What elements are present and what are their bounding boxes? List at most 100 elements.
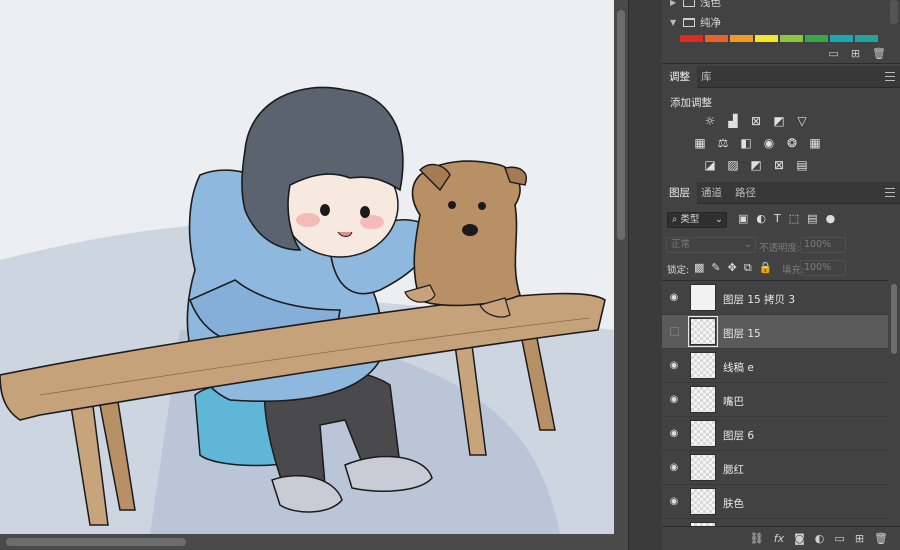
layer-row[interactable]: ◉ 嘴巴 <box>662 383 888 417</box>
layer-name[interactable]: 图层 15 <box>723 326 761 341</box>
adjustment-filter-icon[interactable]: ◐ <box>756 212 766 225</box>
new-layer-icon[interactable]: ⊞ <box>855 532 864 545</box>
lock-all-icon[interactable]: 🔒 <box>759 261 773 275</box>
layer-thumbnail[interactable] <box>690 386 716 413</box>
layer-row[interactable]: ◉ 线稿 e <box>662 349 888 383</box>
layer-name[interactable]: 嘴巴 <box>723 394 744 409</box>
blend-mode-select[interactable]: 正常 ⌄ <box>666 237 756 253</box>
type-filter-icon[interactable]: T <box>774 212 781 225</box>
layers-scrollbar[interactable] <box>888 280 900 526</box>
document-canvas[interactable] <box>0 0 614 534</box>
smart-object-filter-icon[interactable]: ▤ <box>807 212 817 225</box>
color-swatch[interactable] <box>780 35 803 42</box>
color-swatch[interactable] <box>805 35 828 42</box>
layer-name[interactable]: 图层 15 拷贝 3 <box>723 292 795 307</box>
layer-thumbnail[interactable] <box>690 420 716 447</box>
tab-channels[interactable]: 通道 <box>694 182 729 204</box>
curves-icon[interactable]: ⊠ <box>748 114 764 128</box>
gradient-map-icon[interactable]: ▤ <box>794 158 810 172</box>
scroll-thumb[interactable] <box>891 284 897 354</box>
swatch-group[interactable]: ▶ 浅色 <box>670 0 721 10</box>
chevron-down-icon: ⌄ <box>744 239 752 250</box>
eye-icon[interactable]: ◉ <box>668 462 680 474</box>
color-swatch[interactable] <box>705 35 728 42</box>
color-swatch[interactable] <box>680 35 703 42</box>
layer-row[interactable] <box>662 519 888 526</box>
layer-mask-icon[interactable]: ◙ <box>794 532 805 545</box>
color-swatch[interactable] <box>830 35 853 42</box>
layer-row[interactable]: ◉ 图层 6 <box>662 417 888 451</box>
color-lookup-icon[interactable]: ▦ <box>807 136 823 150</box>
layer-name[interactable]: 图层 6 <box>723 428 754 443</box>
swatch-group[interactable]: ▼ 纯净 <box>670 14 721 30</box>
eye-icon[interactable]: ◉ <box>668 292 680 304</box>
eye-icon[interactable]: ◉ <box>668 360 680 372</box>
layer-name[interactable]: 线稿 e <box>723 360 754 375</box>
invert-icon[interactable]: ◪ <box>702 158 718 172</box>
exposure-icon[interactable]: ◩ <box>771 114 787 128</box>
chevron-down-icon[interactable]: ▼ <box>670 18 678 27</box>
scroll-thumb[interactable] <box>617 10 625 240</box>
scroll-thumb[interactable] <box>6 538 186 546</box>
layer-row[interactable]: 图层 15 <box>662 315 888 349</box>
eye-icon[interactable]: ◉ <box>668 496 680 508</box>
shape-filter-icon[interactable]: ⬚ <box>789 212 799 225</box>
color-balance-icon[interactable]: ⚖ <box>715 136 731 150</box>
new-group-icon[interactable]: ▭ <box>834 532 844 545</box>
color-swatch[interactable] <box>855 35 878 42</box>
channel-mixer-icon[interactable]: ❂ <box>784 136 800 150</box>
lock-image-icon[interactable]: ✎ <box>711 261 720 275</box>
lock-artboard-icon[interactable]: ⧉ <box>744 261 752 275</box>
fill-input[interactable]: 100% <box>800 260 846 276</box>
vibrance-icon[interactable]: ▽ <box>794 114 810 128</box>
layer-name[interactable]: 肤色 <box>723 496 744 511</box>
filter-toggle-icon[interactable]: ● <box>826 212 836 225</box>
panel-menu-icon[interactable] <box>885 188 895 197</box>
layer-filter-select[interactable]: ⌕ 类型 ⌄ <box>667 212 727 228</box>
canvas-vertical-scrollbar[interactable] <box>614 0 628 534</box>
new-group-icon[interactable]: ▭ <box>828 47 838 60</box>
new-swatch-icon[interactable]: ⊞ <box>851 47 860 60</box>
levels-icon[interactable]: ▟ <box>725 114 741 128</box>
swatches-panel: ▶ 浅色 ▼ 纯净 ▭ ⊞ 🗑 <box>662 0 900 64</box>
adjustments-tabbar: 调整 库 <box>662 66 900 88</box>
layer-row[interactable]: ◉ 腮红 <box>662 451 888 485</box>
color-swatch[interactable] <box>730 35 753 42</box>
tab-libraries[interactable]: 库 <box>694 66 719 88</box>
opacity-input[interactable]: 100% <box>800 237 846 253</box>
link-layers-icon[interactable]: ⛓ <box>750 532 764 545</box>
delete-icon[interactable]: 🗑 <box>872 47 886 60</box>
tab-layers[interactable]: 图层 <box>662 182 697 204</box>
color-swatch[interactable] <box>755 35 778 42</box>
adjustment-layer-icon[interactable]: ◐ <box>815 532 825 545</box>
hue-saturation-icon[interactable]: ▦ <box>692 136 708 150</box>
lock-transparent-icon[interactable]: ▩ <box>694 261 704 275</box>
delete-layer-icon[interactable]: 🗑 <box>874 532 888 545</box>
pixel-filter-icon[interactable]: ▣ <box>738 212 748 225</box>
layer-row[interactable]: ◉ 肤色 <box>662 485 888 519</box>
lock-position-icon[interactable]: ✥ <box>728 261 737 275</box>
eye-icon[interactable]: ◉ <box>668 394 680 406</box>
threshold-icon[interactable]: ◩ <box>748 158 764 172</box>
swatches-scrollbar[interactable] <box>890 0 898 24</box>
fx-icon[interactable]: fx <box>774 532 784 545</box>
layer-thumbnail[interactable] <box>690 488 716 515</box>
layer-thumbnail[interactable] <box>690 352 716 379</box>
canvas-horizontal-scrollbar[interactable] <box>0 534 628 550</box>
visibility-toggle[interactable] <box>670 327 679 336</box>
photo-filter-icon[interactable]: ◉ <box>761 136 777 150</box>
posterize-icon[interactable]: ▨ <box>725 158 741 172</box>
layer-row[interactable]: ◉ 图层 15 拷贝 3 <box>662 281 888 315</box>
layer-thumbnail[interactable] <box>690 284 716 311</box>
eye-icon[interactable]: ◉ <box>668 428 680 440</box>
tab-adjustments[interactable]: 调整 <box>662 66 697 88</box>
panel-menu-icon[interactable] <box>885 72 895 81</box>
layer-thumbnail[interactable] <box>690 454 716 481</box>
tab-paths[interactable]: 路径 <box>728 182 763 204</box>
brightness-contrast-icon[interactable]: ☼ <box>702 114 718 128</box>
chevron-right-icon[interactable]: ▶ <box>670 0 678 7</box>
layer-name[interactable]: 腮红 <box>723 462 744 477</box>
layer-thumbnail[interactable] <box>688 316 718 347</box>
black-white-icon[interactable]: ◧ <box>738 136 754 150</box>
selective-color-icon[interactable]: ⊠ <box>771 158 787 172</box>
